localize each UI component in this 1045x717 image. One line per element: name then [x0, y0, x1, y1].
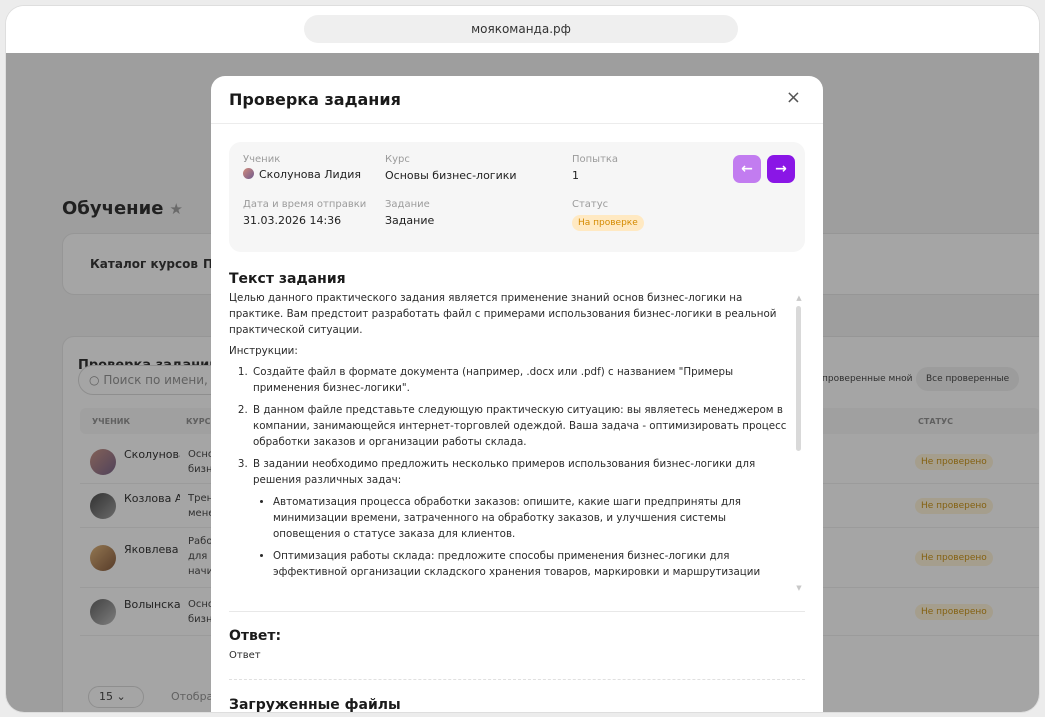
next-submission-button[interactable]: → — [767, 155, 795, 183]
close-icon[interactable]: × — [786, 89, 801, 107]
files-title: Загруженные файлы — [229, 697, 401, 712]
task-intro: Целью данного практического задания явля… — [229, 292, 777, 336]
instruction-step: В данном файле представьте следующую пра… — [251, 402, 789, 450]
divider — [229, 611, 805, 612]
datetime-label: Дата и время отправки — [243, 199, 367, 210]
browser-window: моякоманда.рф Обучение ★ Каталог курсов П… — [6, 6, 1039, 712]
instruction-step: Создайте файл в формате документа (напри… — [251, 364, 789, 396]
task-text: Целью данного практического задания явля… — [229, 290, 789, 606]
instructions-label: Инструкции: — [229, 345, 298, 357]
sub-item: Оптимизация работы склада: предложите сп… — [273, 548, 789, 580]
attempt-value: 1 — [572, 169, 579, 182]
student-label: Ученик — [243, 154, 281, 165]
task-text-title: Текст задания — [229, 271, 346, 287]
submission-info: Ученик Сколунова Лидия Курс Основы бизне… — [229, 142, 805, 252]
attempt-label: Попытка — [572, 154, 619, 165]
page-content: Обучение★ Каталог курсов П Проверка зада… — [6, 53, 1039, 712]
sub-item: Автоматизация процесса обработки заказов… — [273, 494, 789, 542]
answer-title: Ответ: — [229, 628, 282, 644]
browser-toolbar: моякоманда.рф — [6, 6, 1039, 53]
datetime-value: 31.03.2026 14:36 — [243, 214, 342, 227]
status-label: Статус — [572, 199, 609, 210]
instruction-list: Создайте файл в формате документа (напри… — [251, 364, 789, 580]
arrow-right-icon: → — [775, 161, 787, 177]
scroll-thumb[interactable] — [796, 306, 801, 451]
avatar — [243, 168, 254, 179]
instruction-step: В задании необходимо предложить нескольк… — [251, 456, 789, 580]
course-value: Основы бизнес-логики — [385, 169, 517, 182]
previous-submission-button[interactable]: ← — [733, 155, 761, 183]
modal-header: Проверка задания × — [211, 76, 823, 124]
course-label: Курс — [385, 154, 410, 165]
sub-list: Автоматизация процесса обработки заказов… — [273, 494, 789, 580]
arrow-left-icon: ← — [741, 161, 753, 177]
scroll-up-icon[interactable]: ▲ — [794, 294, 804, 302]
address-bar[interactable]: моякоманда.рф — [304, 15, 738, 43]
divider — [229, 679, 805, 680]
task-label: Задание — [385, 199, 430, 210]
status-badge: На проверке — [572, 215, 644, 231]
task-review-modal: Проверка задания × Ученик Сколунова Лиди… — [211, 76, 823, 712]
scroll-down-icon[interactable]: ▼ — [794, 584, 804, 592]
answer-text: Ответ — [229, 650, 261, 661]
task-scrollbar[interactable]: ▲ ▼ — [794, 294, 804, 594]
modal-title: Проверка задания — [229, 90, 401, 109]
student-value: Сколунова Лидия — [243, 168, 361, 181]
task-value: Задание — [385, 214, 435, 227]
